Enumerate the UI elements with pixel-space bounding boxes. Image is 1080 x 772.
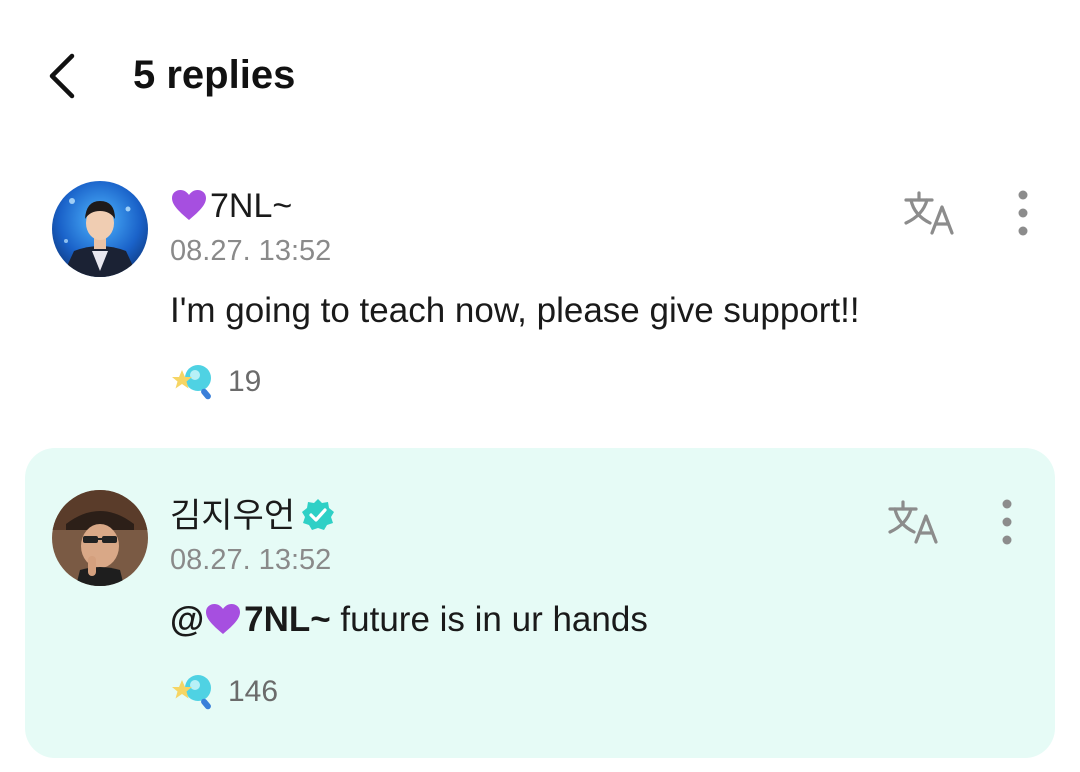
purple-heart-icon	[172, 190, 206, 220]
username[interactable]: 7NL~	[170, 185, 292, 227]
more-vertical-icon	[1018, 190, 1028, 236]
reply-item-highlighted: 김지우언 08.27. 13:52 @7NL~ future is in ur …	[25, 448, 1055, 758]
purple-heart-icon	[206, 604, 241, 634]
username[interactable]: 김지우언	[170, 495, 335, 537]
reaction-count: 146	[228, 675, 279, 708]
translate-button[interactable]	[902, 189, 958, 239]
avatar[interactable]	[52, 490, 148, 586]
translate-button[interactable]	[886, 498, 942, 548]
more-vertical-icon	[1002, 499, 1012, 545]
star-lightstick-icon	[172, 365, 211, 400]
reply-text: I'm going to teach now, please give supp…	[170, 291, 860, 330]
username-text: 김지우언	[170, 497, 296, 535]
username-text: 7NL~	[210, 187, 293, 225]
more-options-button[interactable]	[992, 494, 1022, 550]
more-options-button[interactable]	[1008, 185, 1038, 241]
timestamp: 08.27. 13:52	[170, 235, 332, 267]
header: 5 replies	[0, 0, 1080, 150]
reply-item: 7NL~ 08.27. 13:52 I'm going to teach now…	[0, 165, 1080, 425]
reaction-count: 19	[228, 365, 262, 398]
mention[interactable]: @7NL~	[170, 600, 331, 639]
chevron-left-icon	[49, 53, 75, 99]
translate-icon	[904, 191, 954, 235]
translate-icon	[888, 500, 938, 544]
page-title: 5 replies	[133, 53, 296, 97]
reply-text: @7NL~ future is in ur hands	[170, 600, 648, 639]
star-lightstick-icon	[172, 675, 211, 710]
verified-badge-icon	[302, 499, 335, 530]
timestamp: 08.27. 13:52	[170, 544, 332, 576]
avatar[interactable]	[52, 181, 148, 277]
back-button[interactable]	[38, 48, 86, 104]
